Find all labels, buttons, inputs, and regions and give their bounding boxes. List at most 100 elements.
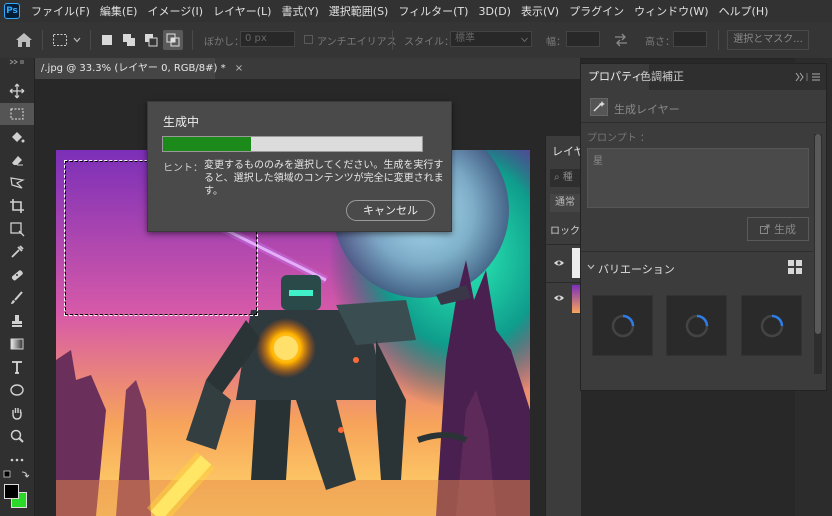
- subtract-from-selection-icon[interactable]: [144, 33, 158, 47]
- panel-menu-icon[interactable]: [795, 72, 821, 82]
- zoom-tool[interactable]: [0, 425, 34, 447]
- cancel-button[interactable]: キャンセル: [346, 200, 435, 221]
- blend-mode-select[interactable]: 通常: [550, 194, 581, 212]
- style-select[interactable]: 標準: [450, 31, 532, 47]
- clone-stamp-icon: [12, 315, 22, 327]
- antialias-checkbox[interactable]: [304, 35, 313, 44]
- gradient-tool[interactable]: [0, 333, 34, 355]
- collapse-panel-icon[interactable]: [8, 59, 26, 65]
- feather-input[interactable]: 0 px: [240, 31, 295, 47]
- menu-help[interactable]: ヘルプ(H): [714, 3, 774, 19]
- loading-spinner-icon: [685, 314, 708, 337]
- menu-select[interactable]: 選択範囲(S): [324, 3, 394, 19]
- menu-window[interactable]: ウィンドウ(W): [629, 3, 713, 19]
- menu-filter[interactable]: フィルター(T): [393, 3, 473, 19]
- lasso-tool[interactable]: [0, 172, 34, 194]
- feather-label: ぼかし：: [204, 37, 244, 48]
- loading-spinner-icon: [611, 314, 634, 337]
- style-dropdown-icon: [521, 37, 528, 43]
- marquee-tool[interactable]: [0, 103, 34, 125]
- menu-type[interactable]: 書式(Y): [276, 3, 323, 19]
- add-to-selection-icon[interactable]: [122, 33, 136, 47]
- properties-scrollbar[interactable]: [814, 134, 822, 374]
- layer-row[interactable]: [546, 282, 581, 315]
- hand-tool[interactable]: [0, 402, 34, 424]
- menu-file[interactable]: ファイル(F): [26, 3, 95, 19]
- reset-colors-icon[interactable]: [2, 469, 32, 481]
- more-tools[interactable]: [0, 448, 34, 470]
- eraser-icon: [12, 156, 23, 166]
- crop-tool[interactable]: [0, 195, 34, 217]
- menu-plugins[interactable]: プラグイン: [564, 3, 629, 19]
- layer-row[interactable]: [546, 244, 581, 283]
- photoshop-logo: Ps: [4, 3, 20, 19]
- intersect-selection-icon: [166, 33, 180, 47]
- properties-panel: プロパティ 色調補正 生成レイヤー プロンプト ： 星 生成 バリエーション: [580, 63, 827, 391]
- document-tab-title: /.jpg @ 33.3% (レイヤー 0, RGB/8#) *: [41, 63, 226, 74]
- foreground-color-swatch[interactable]: [4, 484, 19, 499]
- width-label: 幅：: [546, 37, 566, 48]
- magnifier-icon: [10, 429, 24, 443]
- menu-3d[interactable]: 3D(D): [473, 5, 516, 18]
- home-icon[interactable]: [15, 32, 33, 48]
- layer-type-label: 生成レイヤー: [614, 103, 680, 116]
- width-input[interactable]: [566, 31, 600, 47]
- grid-view-icon[interactable]: [788, 260, 802, 274]
- dialog-title: 生成中: [163, 115, 200, 129]
- polygonal-lasso-icon: [10, 177, 25, 189]
- stamp-tool[interactable]: [0, 310, 34, 332]
- variations-expand-icon[interactable]: [587, 264, 595, 270]
- menu-image[interactable]: イメージ(I): [142, 3, 208, 19]
- scrollbar-thumb[interactable]: [815, 134, 821, 334]
- shape-tool[interactable]: [0, 379, 34, 401]
- height-input[interactable]: [673, 31, 707, 47]
- tab-adjustments[interactable]: 色調補正: [633, 64, 691, 90]
- prompt-input[interactable]: 星: [587, 148, 809, 208]
- frame-tool[interactable]: [0, 218, 34, 240]
- rect-marquee-preset-icon[interactable]: [52, 32, 68, 48]
- height-label: 高さ：: [645, 37, 675, 48]
- hint-label: ヒント：: [163, 163, 203, 174]
- healing-brush-tool[interactable]: [0, 264, 34, 286]
- close-tab-icon[interactable]: ×: [235, 63, 243, 74]
- eye-icon[interactable]: [553, 258, 565, 268]
- type-icon: [12, 361, 22, 374]
- variations-label: バリエーション: [598, 263, 675, 276]
- generate-icon: [760, 224, 770, 234]
- intersect-selection-button[interactable]: [163, 30, 183, 50]
- rect-marquee-icon: [10, 108, 24, 120]
- document-tab[interactable]: /.jpg @ 33.3% (レイヤー 0, RGB/8#) * ×: [35, 58, 243, 79]
- eyedropper-tool[interactable]: [0, 241, 34, 263]
- variation-thumbnail[interactable]: [666, 295, 727, 356]
- generate-button[interactable]: 生成: [747, 217, 809, 241]
- bandage-icon: [11, 270, 23, 281]
- fill-tool[interactable]: [0, 126, 34, 148]
- loading-spinner-icon: [760, 314, 783, 337]
- antialias-label: アンチエイリアス: [317, 37, 397, 48]
- chevron-down-icon[interactable]: [73, 36, 81, 44]
- menu-edit[interactable]: 編集(E): [95, 3, 143, 19]
- eraser-tool[interactable]: [0, 149, 34, 171]
- hand-icon: [12, 408, 22, 420]
- frame-icon: [10, 222, 25, 237]
- menu-view[interactable]: 表示(V): [516, 3, 564, 19]
- variation-thumbnail[interactable]: [741, 295, 802, 356]
- document-tabs: /.jpg @ 33.3% (レイヤー 0, RGB/8#) * ×: [35, 58, 580, 79]
- select-and-mask-button[interactable]: 選択とマスク...: [727, 30, 809, 50]
- ellipsis-icon: [10, 458, 24, 462]
- type-tool[interactable]: [0, 356, 34, 378]
- swap-dimensions-icon[interactable]: [613, 33, 629, 47]
- eyedropper-icon: [11, 245, 24, 258]
- brush-tool[interactable]: [0, 287, 34, 309]
- ellipse-icon: [10, 384, 24, 396]
- progress-bar-fill: [163, 137, 252, 151]
- move-tool[interactable]: [0, 80, 34, 102]
- menu-layer[interactable]: レイヤー(L): [208, 3, 276, 19]
- variation-thumbnail[interactable]: [592, 295, 653, 356]
- eye-icon[interactable]: [553, 293, 565, 303]
- brush-icon: [11, 291, 23, 304]
- prompt-label: プロンプト ：: [587, 133, 650, 144]
- new-selection-icon[interactable]: [102, 35, 112, 45]
- generative-layer-icon: [590, 98, 608, 116]
- layers-search[interactable]: ⌕ 種: [550, 169, 581, 187]
